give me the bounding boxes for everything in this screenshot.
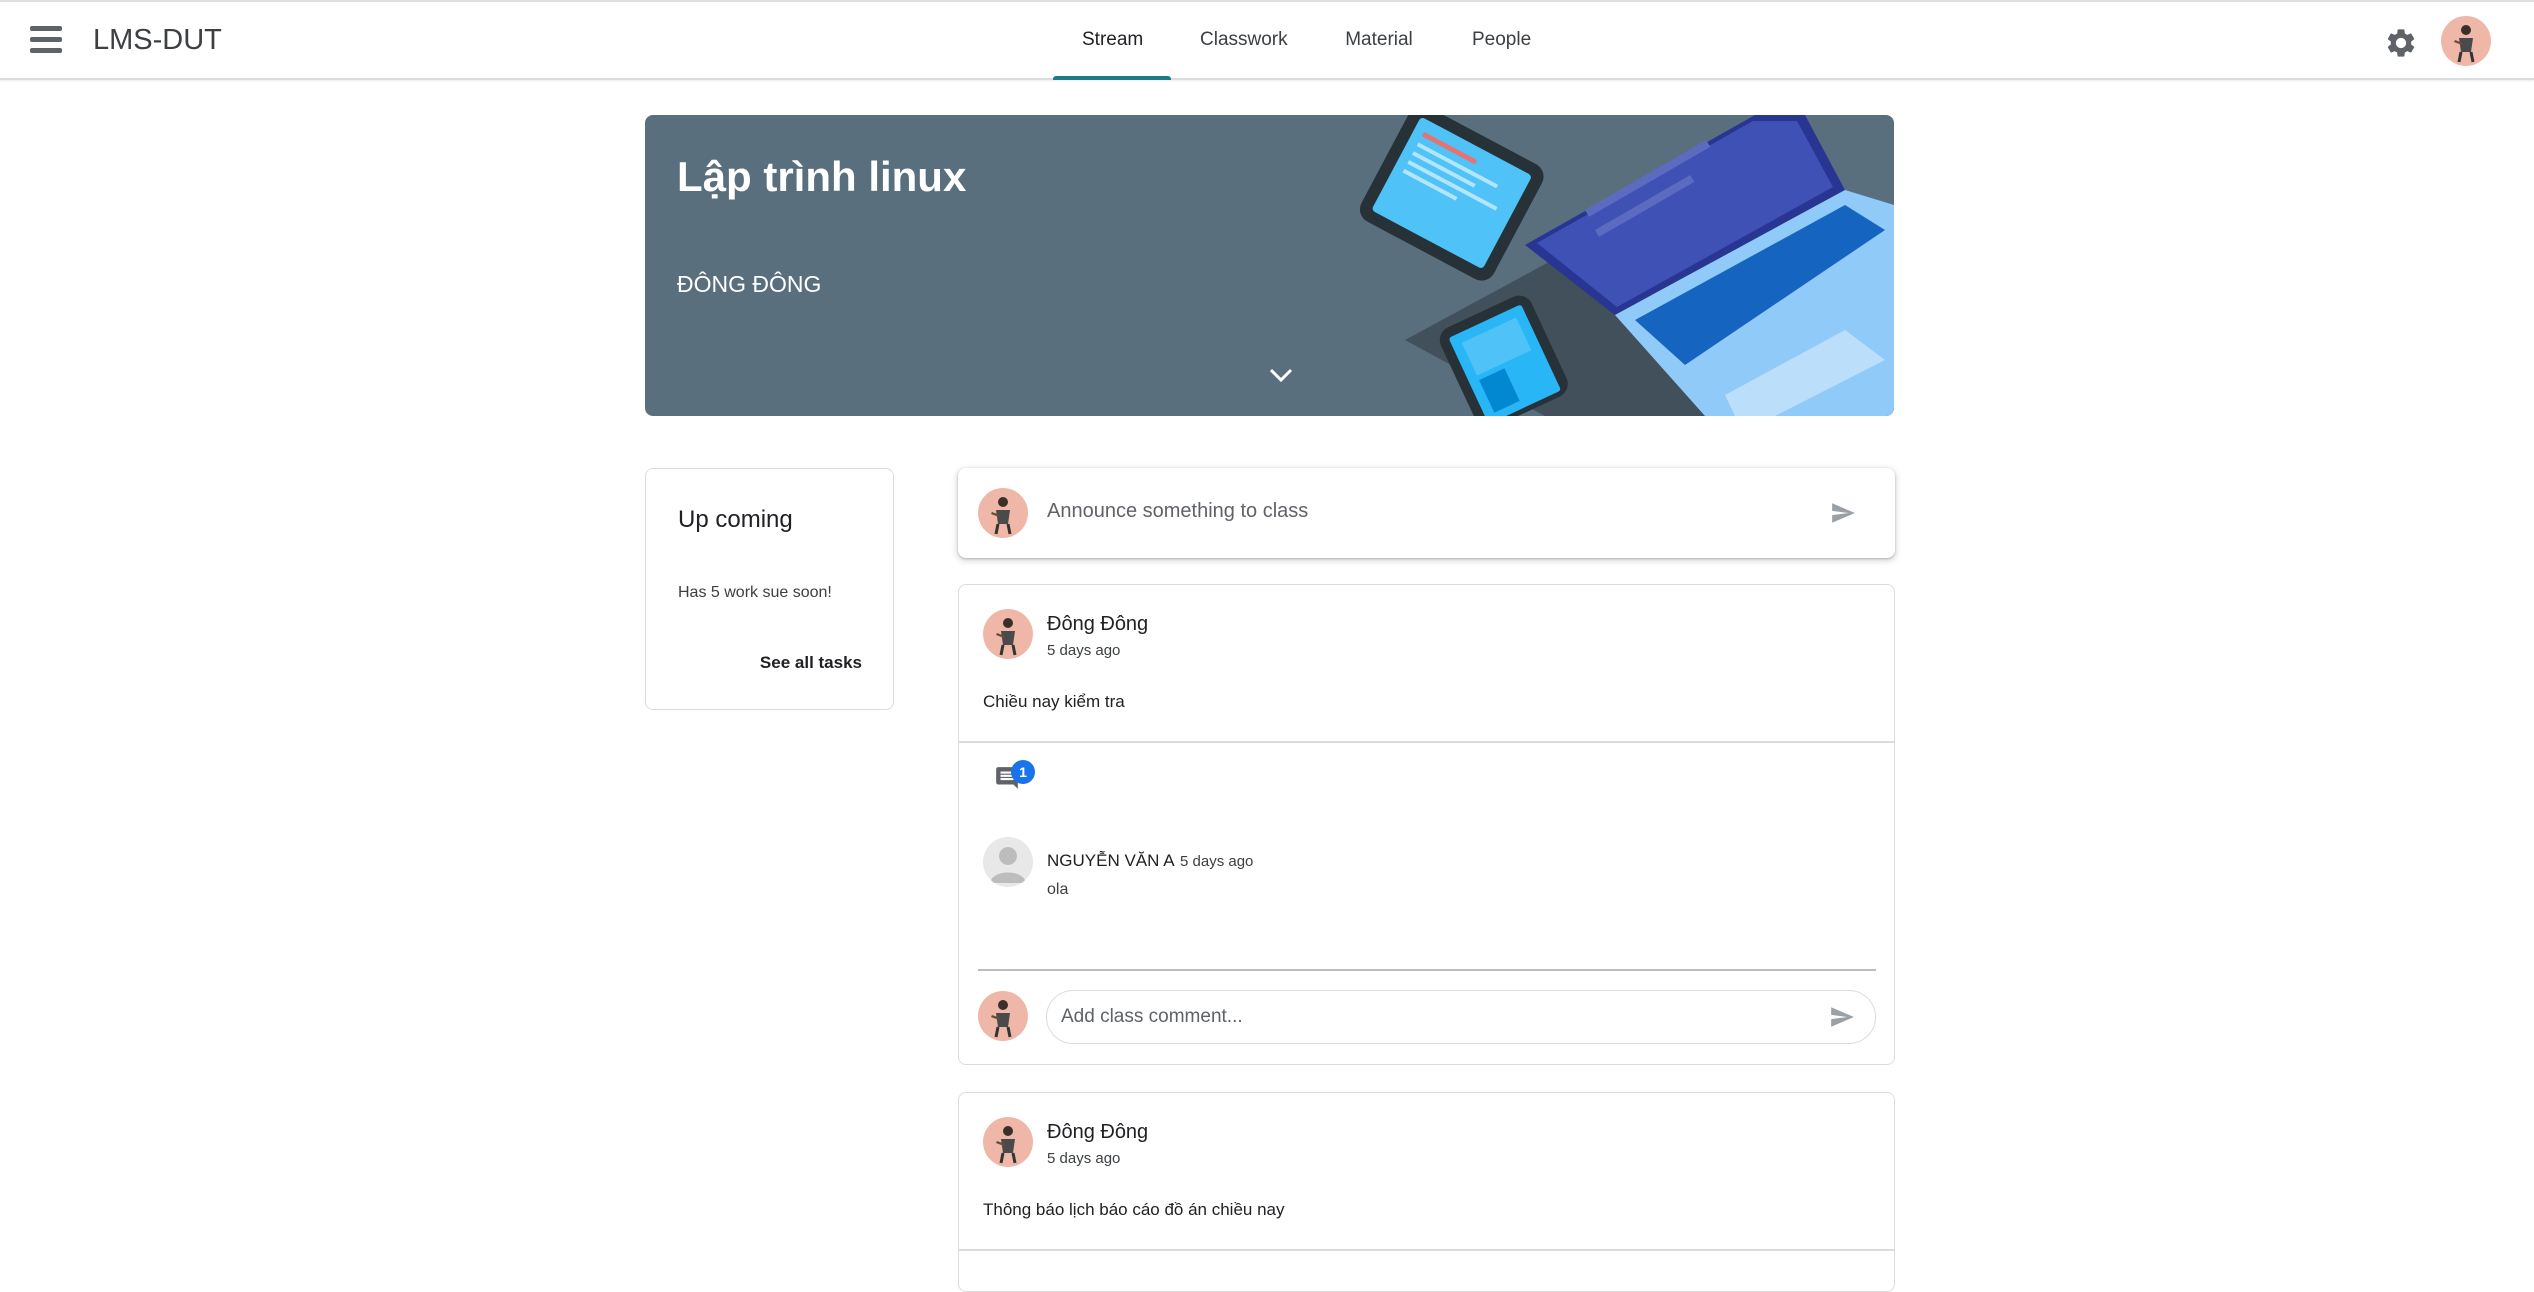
post-author: Đông Đông xyxy=(1047,613,1149,635)
active-tab-indicator xyxy=(1053,76,1171,80)
comment-count-badge: 1 xyxy=(1011,760,1035,784)
announce-box[interactable]: Announce something to class xyxy=(958,468,1895,558)
comment-text: ola xyxy=(1047,881,1069,898)
app-title[interactable]: LMS-DUT xyxy=(93,24,222,57)
comment-author: NGUYỄN VĂN A xyxy=(1047,851,1175,870)
tab-classwork[interactable]: Classwork xyxy=(1200,2,1288,80)
top-app-bar: LMS-DUT Stream Classwork Material People xyxy=(0,0,2534,80)
upcoming-card: Up coming Has 5 work sue soon! See all t… xyxy=(645,468,894,710)
see-all-tasks-link[interactable]: See all tasks xyxy=(760,653,862,673)
upcoming-title: Up coming xyxy=(678,506,793,533)
post-author-avatar xyxy=(983,609,1033,659)
commenter-avatar xyxy=(983,837,1033,887)
class-banner: Lập trình linux ĐÔNG ĐÔNG xyxy=(645,115,1894,416)
post-time: 5 days ago xyxy=(1047,642,1121,659)
comment-placeholder: Add class comment... xyxy=(1061,1006,1243,1027)
user-avatar xyxy=(978,991,1028,1041)
comment-input[interactable]: Add class comment... xyxy=(1046,990,1876,1044)
banner-illustration xyxy=(1359,115,1894,416)
tab-stream[interactable]: Stream xyxy=(1082,2,1143,80)
post-author: Đông Đông xyxy=(1047,1121,1149,1143)
send-icon[interactable] xyxy=(1827,1004,1857,1030)
post-divider xyxy=(959,1249,1894,1251)
gear-icon[interactable] xyxy=(2384,26,2418,60)
post-author-avatar xyxy=(983,1117,1033,1167)
comment-divider xyxy=(978,969,1876,971)
class-title: Lập trình linux xyxy=(677,153,967,200)
menu-icon[interactable] xyxy=(30,26,64,54)
post-divider xyxy=(959,741,1894,743)
comment-time: 5 days ago xyxy=(1180,853,1254,870)
post-body: Thông báo lịch báo cáo đồ án chiều nay xyxy=(983,1200,1285,1219)
tab-people[interactable]: People xyxy=(1472,2,1531,80)
class-teacher: ĐÔNG ĐÔNG xyxy=(677,271,822,297)
stream-post: Đông Đông 5 days ago Chiều nay kiểm tra … xyxy=(958,584,1895,1065)
tab-material[interactable]: Material xyxy=(1345,2,1413,80)
post-time: 5 days ago xyxy=(1047,1150,1121,1167)
user-avatar xyxy=(978,488,1028,538)
send-icon[interactable] xyxy=(1828,500,1858,526)
announce-input[interactable]: Announce something to class xyxy=(1047,500,1308,523)
account-avatar[interactable] xyxy=(2441,16,2491,66)
post-body: Chiều nay kiểm tra xyxy=(983,692,1125,711)
stream-post: Đông Đông 5 days ago Thông báo lịch báo … xyxy=(958,1092,1895,1292)
upcoming-text: Has 5 work sue soon! xyxy=(678,584,832,601)
